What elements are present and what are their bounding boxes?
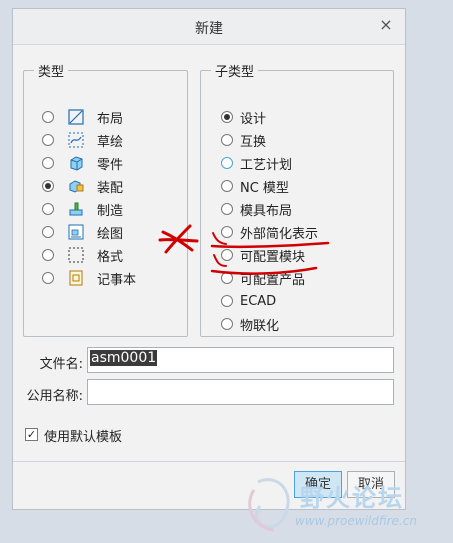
radio-button[interactable] — [221, 249, 233, 261]
subtype-label: 工艺计划 — [240, 157, 293, 173]
type-option-notebook[interactable]: 记事本 — [42, 268, 136, 288]
new-file-dialog: 新建 × 类型 布局 草绘 零件 装配 制造 绘图 格式 记事本 子类型 设计 … — [12, 8, 406, 510]
type-label: 草绘 — [97, 134, 124, 150]
type-label: 布局 — [97, 111, 124, 127]
type-option-format[interactable]: 格式 — [42, 245, 123, 265]
part-icon — [70, 156, 83, 171]
radio-button[interactable] — [42, 180, 54, 192]
notebook-icon — [69, 270, 83, 286]
radio-button[interactable] — [42, 226, 54, 238]
subtype-option-iot[interactable]: 物联化 — [221, 314, 279, 334]
sketch-icon — [68, 132, 84, 148]
manufacturing-icon — [69, 202, 83, 216]
type-group: 类型 布局 草绘 零件 装配 制造 绘图 格式 记事本 — [23, 61, 188, 337]
watermark-text: 野火论坛 — [300, 484, 404, 512]
subtype-label: NC 模型 — [240, 180, 289, 196]
subtype-option-configurable-product[interactable]: 可配置产品 — [221, 268, 305, 288]
type-option-manufacturing[interactable]: 制造 — [42, 199, 123, 219]
format-icon — [68, 247, 84, 263]
filename-value: asm0001 — [90, 350, 158, 366]
radio-button[interactable] — [42, 111, 54, 123]
subtype-label: 设计 — [240, 111, 267, 127]
subtype-option-configurable-module[interactable]: 可配置模块 — [221, 245, 305, 265]
default-template-checkbox[interactable]: ✓ — [25, 428, 38, 441]
type-option-drawing[interactable]: 绘图 — [42, 222, 123, 242]
common-name-label: 公用名称: — [26, 389, 83, 404]
subtype-label: 外部简化表示 — [240, 226, 319, 242]
default-template-label: 使用默认模板 — [44, 430, 123, 445]
subtype-option-ecad[interactable]: ECAD — [221, 291, 276, 311]
radio-button[interactable] — [221, 295, 233, 307]
assembly-icon — [69, 180, 84, 193]
common-name-field[interactable] — [87, 379, 394, 405]
watermark-url: www.proewildfire.cn — [295, 514, 417, 528]
close-icon[interactable]: × — [377, 16, 395, 34]
type-label: 格式 — [97, 249, 124, 265]
type-label: 制造 — [97, 203, 124, 219]
type-group-legend: 类型 — [38, 65, 65, 80]
subtype-option-nc-model[interactable]: NC 模型 — [221, 176, 289, 196]
type-label: 装配 — [97, 180, 124, 196]
subtype-label: 互换 — [240, 134, 267, 150]
layout-icon — [68, 109, 84, 125]
type-label: 记事本 — [97, 272, 137, 288]
radio-button[interactable] — [221, 272, 233, 284]
radio-button[interactable] — [221, 318, 233, 330]
subtype-option-external-simplified[interactable]: 外部简化表示 — [221, 222, 318, 242]
subtype-label: 可配置模块 — [240, 249, 306, 265]
subtype-label: 物联化 — [240, 318, 280, 334]
drawing-icon — [68, 224, 84, 240]
subtype-option-process-plan[interactable]: 工艺计划 — [221, 153, 292, 173]
radio-button[interactable] — [42, 203, 54, 215]
subtype-label: 模具布局 — [240, 203, 293, 219]
type-label: 零件 — [97, 157, 124, 173]
type-option-sketch[interactable]: 草绘 — [42, 130, 123, 150]
subtype-option-interchange[interactable]: 互换 — [221, 130, 266, 150]
radio-button[interactable] — [221, 134, 233, 146]
radio-button[interactable] — [42, 249, 54, 261]
radio-button[interactable] — [221, 111, 233, 123]
button-separator — [13, 461, 405, 462]
radio-button[interactable] — [42, 272, 54, 284]
subtype-group: 子类型 设计 互换 工艺计划 NC 模型 模具布局 外部简化表示 可配置模块 可… — [200, 61, 394, 337]
filename-field[interactable]: asm0001 — [87, 347, 394, 373]
subtype-group-legend: 子类型 — [215, 65, 255, 80]
radio-button[interactable] — [221, 157, 233, 169]
type-label: 绘图 — [97, 226, 124, 242]
subtype-option-mold-layout[interactable]: 模具布局 — [221, 199, 292, 219]
subtype-option-design[interactable]: 设计 — [221, 107, 266, 127]
radio-button[interactable] — [42, 157, 54, 169]
subtype-label: 可配置产品 — [240, 272, 306, 288]
type-option-layout[interactable]: 布局 — [42, 107, 123, 127]
subtype-label: ECAD — [240, 293, 277, 309]
dialog-titlebar: 新建 × — [13, 9, 405, 45]
radio-button[interactable] — [42, 134, 54, 146]
type-option-assembly[interactable]: 装配 — [42, 176, 123, 196]
radio-button[interactable] — [221, 180, 233, 192]
radio-button[interactable] — [221, 226, 233, 238]
dialog-title: 新建 — [195, 21, 223, 37]
radio-button[interactable] — [221, 203, 233, 215]
type-option-part[interactable]: 零件 — [42, 153, 123, 173]
filename-label: 文件名: — [39, 357, 83, 372]
